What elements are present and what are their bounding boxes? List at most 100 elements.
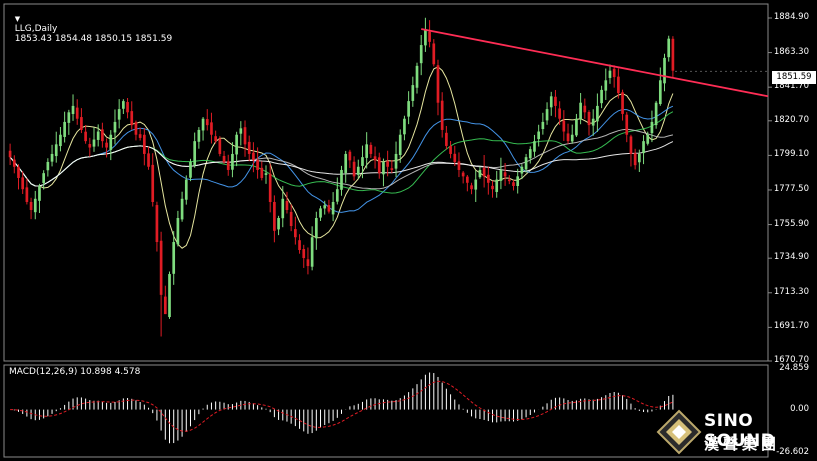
candle-body (654, 102, 658, 126)
candle-body (193, 141, 197, 166)
candle-body (424, 29, 427, 46)
candle-body (252, 152, 255, 161)
candle-body (117, 109, 121, 120)
candle-body (382, 161, 385, 175)
candle-body (373, 156, 377, 161)
candle-body (428, 31, 431, 42)
candle-body (12, 159, 16, 167)
candle-body (470, 185, 473, 190)
price-tick-label: 1734.90 (773, 252, 809, 263)
candle-body (155, 205, 159, 243)
candle-body (222, 155, 226, 162)
candle-body (566, 133, 570, 142)
macd-header: MACD(12,26,9) 10.898 4.578 (9, 367, 141, 377)
candle-body (356, 166, 360, 175)
candle-body (377, 157, 381, 174)
candle-body (151, 164, 155, 202)
candle-body (407, 101, 410, 117)
candle-body (403, 118, 406, 135)
candle-body (168, 274, 171, 318)
moving-average-line (9, 66, 674, 249)
candle-body (591, 118, 595, 126)
candle-body (109, 134, 113, 150)
candle-body (432, 43, 436, 65)
candle-body (33, 198, 37, 213)
symbol-dropdown-icon[interactable]: ▼ (15, 15, 20, 23)
candle-body (625, 114, 629, 135)
candle-body (587, 112, 591, 126)
candle-body (335, 189, 339, 202)
candle-body (440, 100, 444, 130)
candle-body (398, 134, 402, 156)
logo-text-cn: 漢聲集團 (704, 435, 781, 453)
candle-body (629, 136, 633, 154)
trendline[interactable] (421, 28, 769, 98)
candle-body (256, 160, 259, 170)
candle-body (138, 134, 142, 138)
candle-body (306, 259, 310, 267)
candle-body (92, 139, 96, 147)
candle-body (491, 185, 494, 190)
candle-body (172, 242, 176, 274)
candle-body (457, 161, 461, 170)
candle-body (277, 218, 280, 230)
candle-body (638, 153, 641, 163)
price-chart[interactable] (0, 0, 817, 461)
ohlc-readout: 1853.43 1854.48 1850.15 1851.59 (14, 34, 173, 44)
candle-body (453, 153, 457, 162)
candle-body (411, 85, 415, 101)
candle-body (231, 153, 234, 170)
candle-body (310, 237, 314, 267)
candle-body (579, 102, 582, 120)
candle-body (235, 134, 238, 155)
candle-body (147, 153, 150, 167)
candle-body (314, 218, 318, 239)
candle-body (63, 121, 66, 137)
candle-body (390, 168, 394, 170)
chart-header: ▼ LLG,Daily 1853.43 1854.48 1850.15 1851… (9, 4, 172, 44)
main-panel-frame (3, 3, 769, 362)
candle-body (71, 105, 75, 114)
candle-body (344, 153, 348, 173)
price-tick-label: 1777.50 (773, 183, 809, 194)
candle-body (449, 146, 452, 154)
candle-body (642, 141, 645, 154)
candle-body (29, 201, 33, 210)
candle-body (478, 169, 482, 178)
current-price-label: 1851.59 (772, 71, 816, 84)
candle-body (658, 80, 662, 105)
candle-body (524, 157, 528, 170)
candle-body (176, 218, 180, 245)
candle-body (21, 177, 25, 190)
candle-body (461, 172, 465, 177)
candle-body (323, 205, 327, 209)
candle-body (528, 149, 532, 159)
candle-body (218, 138, 222, 154)
candle-body (122, 101, 125, 109)
candlesticks (8, 17, 675, 337)
candle-body (264, 173, 268, 175)
price-tick-label: 1799.10 (773, 149, 809, 160)
candle-body (17, 166, 20, 178)
candle-body (159, 240, 163, 295)
candle-body (361, 157, 364, 166)
candle-body (419, 45, 423, 64)
candle-body (583, 105, 587, 113)
candle-body (348, 151, 352, 161)
candle-body (520, 166, 524, 174)
candle-body (482, 167, 486, 177)
candle-body (84, 131, 87, 142)
candle-body (189, 161, 192, 178)
candle-body (503, 172, 507, 177)
candle-body (512, 182, 515, 186)
candle-body (260, 167, 264, 178)
candle-body (650, 121, 654, 134)
candle-body (319, 208, 322, 218)
candle-body (197, 129, 201, 142)
candle-body (415, 65, 419, 88)
candle-body (596, 105, 599, 122)
candle-body (294, 229, 297, 238)
candle-body (663, 57, 666, 84)
candle-body (105, 142, 108, 148)
candle-body (533, 141, 536, 152)
